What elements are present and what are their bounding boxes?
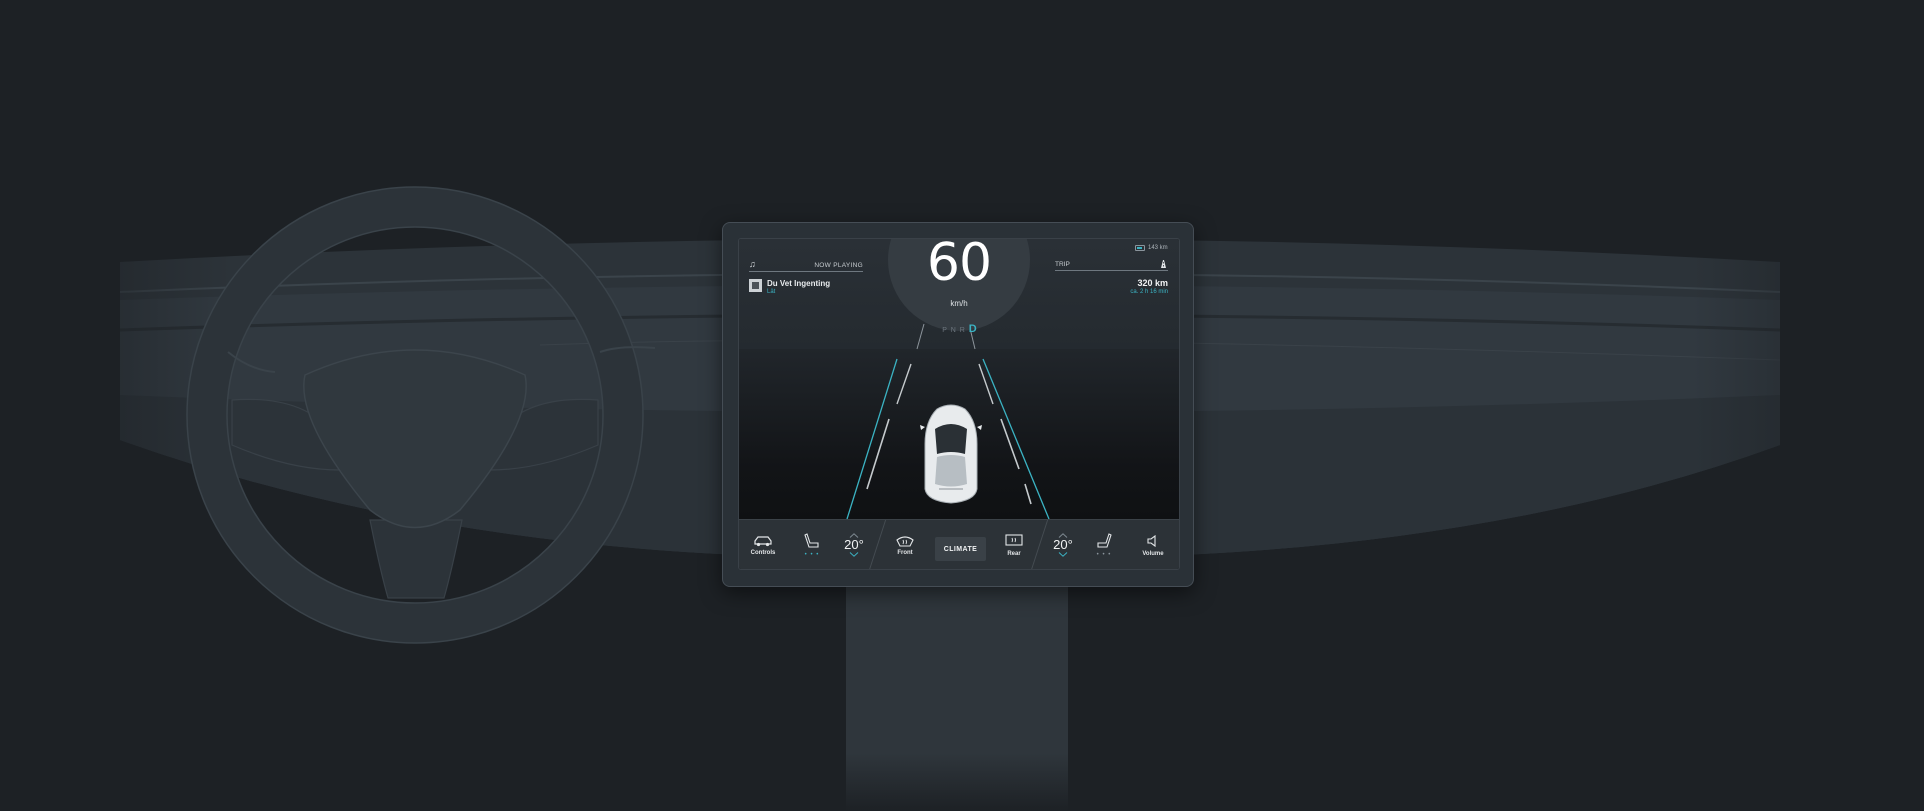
album-art [749,279,762,292]
speed-unit: km/h [950,299,968,308]
trip-label: TRIP [1055,261,1070,268]
lane-marker-left-teal [846,358,898,520]
now-playing-widget[interactable]: ♫ NOW PLAYING Du Vet Ingenting Lät [749,260,863,295]
driver-seat-heat-button[interactable]: • • • [797,520,827,569]
driver-temp-control[interactable]: 20° [839,520,869,569]
range-value: 143 km [1148,245,1168,251]
vehicle-icon [920,404,982,504]
music-note-icon: ♫ [749,259,756,269]
trip-distance: 320 km [1137,278,1168,288]
center-console [846,580,1068,811]
rear-defrost-button[interactable]: Rear [996,520,1032,569]
climate-button[interactable]: CLIMATE [935,537,986,561]
car-icon [754,535,772,546]
passenger-temp-value: 20° [1053,537,1073,552]
speed-value: 60 [926,238,992,293]
volume-label: Volume [1142,550,1164,557]
gear-d[interactable]: D [969,323,978,335]
speaker-icon [1147,534,1156,547]
track-title: Du Vet Ingenting [767,279,831,288]
front-label: Front [897,549,913,556]
trip-widget[interactable]: TRIP 320 km ca. 2 h 16 min [1055,260,1168,295]
temp-down-icon[interactable] [1058,552,1068,557]
track-artist: Lät [767,289,776,295]
temp-down-icon[interactable] [849,552,859,557]
volume-button[interactable]: Volume [1133,520,1173,569]
gear-r[interactable]: R [960,327,966,334]
divider [1030,520,1049,569]
controls-button[interactable]: Controls [745,520,781,569]
driver-temp-value: 20° [844,537,864,552]
bottom-control-bar: Controls • • • 20° Front CLIMATE Rear 20… [739,519,1179,569]
passenger-seat-heat-button[interactable]: • • • [1089,520,1119,569]
front-defrost-button[interactable]: Front [887,520,923,569]
gear-n[interactable]: N [951,327,957,334]
battery-range: 143 km [1135,245,1168,251]
seat-icon [804,533,819,548]
passenger-temp-control[interactable]: 20° [1048,520,1078,569]
trip-eta: ca. 2 h 16 min [1130,289,1168,295]
center-display: 143 km 60 km/h P N R D ♫ NOW PLAYING Du … [738,238,1180,570]
rear-defrost-icon [1005,533,1023,546]
seat-icon [1097,533,1112,548]
divider [868,520,887,569]
battery-icon [1135,245,1145,251]
seat-heat-level: • • • [1096,552,1112,558]
controls-label: Controls [750,549,776,556]
seat-heat-level: • • • [804,552,820,558]
front-defrost-icon [896,535,914,547]
road-icon [1161,260,1166,268]
gear-p[interactable]: P [942,327,948,334]
lane-marker-right-teal [982,358,1050,520]
now-playing-label: NOW PLAYING [814,262,863,269]
gear-selector[interactable]: P N R D [920,323,1000,335]
rear-label: Rear [1007,550,1021,557]
